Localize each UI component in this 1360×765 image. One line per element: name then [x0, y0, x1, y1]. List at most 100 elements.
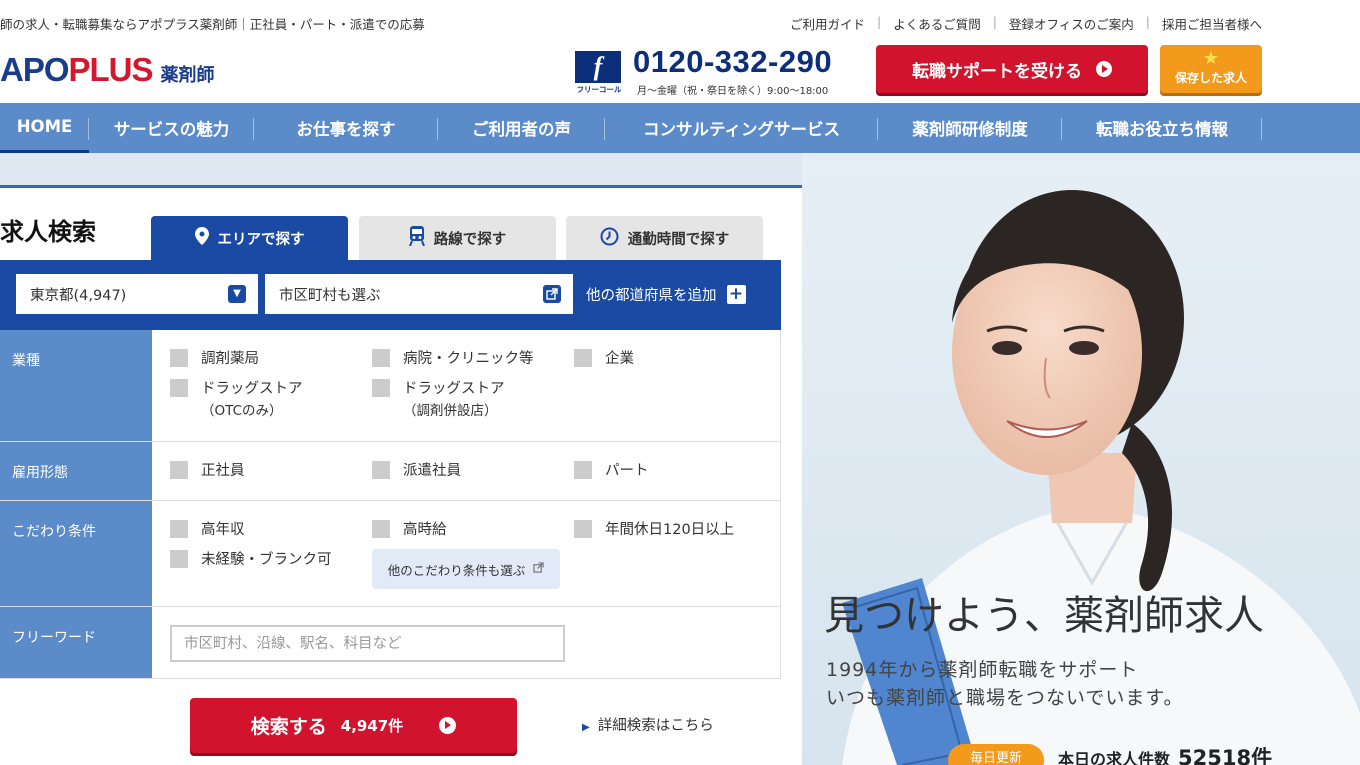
- checkbox-label: パート: [605, 463, 649, 479]
- checkbox-box: [170, 461, 188, 479]
- top-link-offices[interactable]: 登録オフィスのご案内: [1009, 14, 1134, 33]
- top-links: ご利用ガイド | よくあるご質問 | 登録オフィスのご案内 | 採用ご担当者様へ: [790, 14, 1262, 33]
- search-result-count: 4,947件: [340, 717, 404, 735]
- arrow-circle-icon: [1096, 61, 1112, 77]
- hero-banner: 見つけよう、薬剤師求人 1994年から薬剤師転職をサポート いつも薬剤師と職場を…: [802, 153, 1360, 765]
- top-link-recruiters[interactable]: 採用ご担当者様へ: [1162, 14, 1262, 33]
- checkbox-dispensing-pharmacy[interactable]: 調剤薬局: [170, 348, 259, 370]
- row-label: フリーワード: [0, 607, 152, 678]
- checkbox-full-time[interactable]: 正社員: [170, 460, 245, 482]
- main-nav: HOME サービスの魅力 お仕事を探す ご利用者の声 コンサルティングサービス …: [0, 103, 1360, 153]
- nav-item-service[interactable]: サービスの魅力: [89, 103, 254, 153]
- freecall-caption: フリーコール: [576, 85, 622, 94]
- criteria-row-industry: 業種 調剤薬局 病院・クリニック等 企業 ドラッグストア （OTCのみ） ドラッグ…: [0, 330, 781, 442]
- arrow-circle-icon: [439, 717, 457, 734]
- freeword-input[interactable]: [170, 625, 565, 662]
- map-pin-icon: [194, 227, 209, 249]
- checkbox-box: [372, 461, 390, 479]
- top-link-guide[interactable]: ご利用ガイド: [790, 14, 865, 33]
- checkbox-120-holidays[interactable]: 年間休日120日以上: [574, 519, 734, 541]
- today-job-count: 本日の求人件数 52518件: [1058, 742, 1272, 765]
- checkbox-box: [170, 379, 188, 397]
- checkbox-inexperienced-ok[interactable]: 未経験・ブランク可: [170, 549, 332, 571]
- checkbox-dispatch[interactable]: 派遣社員: [372, 460, 461, 482]
- tab-area-search[interactable]: エリアで探す: [151, 216, 348, 260]
- checkbox-drugstore-otc[interactable]: ドラッグストア （OTCのみ）: [170, 378, 303, 422]
- phone-number[interactable]: 0120-332-290: [633, 44, 832, 80]
- checkbox-box: [372, 349, 390, 367]
- divider: |: [992, 14, 997, 29]
- nav-item-home[interactable]: HOME: [0, 103, 89, 153]
- checkbox-hospital[interactable]: 病院・クリニック等: [372, 348, 534, 370]
- add-prefecture-link[interactable]: 他の都道府県を追加 +: [586, 284, 746, 305]
- checkbox-box: [170, 550, 188, 568]
- checkbox-box: [170, 349, 188, 367]
- checkbox-label: 調剤薬局: [201, 351, 259, 367]
- chevron-down-icon: ▼: [228, 285, 246, 303]
- checkbox-label: ドラッグストア （調剤併設店）: [403, 378, 505, 422]
- hero-subcopy-line: いつも薬剤師と職場をつないでいます。: [826, 687, 1184, 709]
- prefecture-value: 東京都(4,947): [30, 287, 127, 304]
- advanced-search-link[interactable]: ▶ 詳細検索はこちら: [582, 714, 714, 735]
- top-link-faq[interactable]: よくあるご質問: [893, 14, 981, 33]
- checkbox-drugstore-dispensing[interactable]: ドラッグストア （調剤併設店）: [372, 378, 505, 422]
- checkbox-box: [574, 461, 592, 479]
- phone-hours: 月～金曜（祝・祭日を除く）9:00～18:00: [637, 86, 829, 97]
- site-tagline: 師の求人・転職募集ならアポプラス薬剤師｜正社員・パート・派遣での応募: [0, 17, 425, 32]
- job-support-button[interactable]: 転職サポートを受ける: [876, 45, 1148, 93]
- checkbox-label: 年間休日120日以上: [605, 522, 735, 538]
- city-select[interactable]: 市区町村も選ぶ: [265, 274, 573, 314]
- freecall-icon: f フリーコール: [575, 51, 623, 94]
- search-criteria-table: 業種 調剤薬局 病院・クリニック等 企業 ドラッグストア （OTCのみ） ドラッグ…: [0, 330, 781, 679]
- tab-label: 通勤時間で探す: [627, 231, 730, 248]
- nav-item-find-jobs[interactable]: お仕事を探す: [254, 103, 438, 153]
- star-icon: ★: [1202, 48, 1220, 69]
- saved-jobs-label: 保存した求人: [1174, 71, 1247, 85]
- hero-subcopy: 1994年から薬剤師転職をサポート いつも薬剤師と職場をつないでいます。: [826, 656, 1184, 712]
- clock-icon: [600, 227, 619, 250]
- logo-subtitle: 薬剤師: [160, 65, 215, 86]
- checkbox-label-main: ドラッグストア: [403, 381, 505, 397]
- nav-item-career-tips[interactable]: 転職お役立ち情報: [1062, 103, 1262, 153]
- checkbox-label: 高年収: [201, 522, 245, 538]
- checkbox-part-time[interactable]: パート: [574, 460, 649, 482]
- train-icon: [408, 226, 425, 250]
- nav-label: ご利用者の声: [472, 120, 571, 139]
- checkbox-label-note: （調剤併設店）: [403, 403, 498, 419]
- nav-label: 転職お役立ち情報: [1096, 120, 1228, 139]
- site-logo[interactable]: APOPLUS 薬剤師: [0, 51, 215, 88]
- search-submit-button[interactable]: 検索する 4,947件: [190, 698, 517, 753]
- checkbox-label: 派遣社員: [403, 463, 461, 479]
- tab-line-search[interactable]: 路線で探す: [359, 216, 556, 260]
- divider: |: [1145, 14, 1150, 29]
- checkbox-label: 未経験・ブランク可: [201, 552, 332, 568]
- prefecture-select[interactable]: 東京都(4,947) ▼: [16, 274, 258, 314]
- search-title: 求人検索: [0, 218, 96, 246]
- checkbox-high-salary[interactable]: 高年収: [170, 519, 245, 541]
- saved-jobs-button[interactable]: ★ 保存した求人: [1160, 45, 1262, 93]
- logo-suffix: PLUS: [68, 51, 154, 88]
- checkbox-company[interactable]: 企業: [574, 348, 634, 370]
- more-conditions-button[interactable]: 他のこだわり条件も選ぶ: [372, 549, 560, 589]
- tab-label: 路線で探す: [433, 231, 507, 248]
- checkbox-box: [372, 520, 390, 538]
- nav-item-consulting[interactable]: コンサルティングサービス: [605, 103, 878, 153]
- nav-item-testimonials[interactable]: ご利用者の声: [438, 103, 605, 153]
- checkbox-box: [574, 520, 592, 538]
- checkbox-label: 病院・クリニック等: [403, 351, 534, 367]
- job-count-label: 本日の求人件数: [1058, 750, 1171, 765]
- top-bar: 師の求人・転職募集ならアポプラス薬剤師｜正社員・パート・派遣での応募 ご利用ガイ…: [0, 0, 1360, 44]
- checkbox-high-hourly[interactable]: 高時給: [372, 519, 447, 541]
- hero-headline: 見つけよう、薬剤師求人: [824, 593, 1264, 639]
- plus-icon: +: [726, 285, 746, 304]
- nav-item-training[interactable]: 薬剤師研修制度: [878, 103, 1062, 153]
- row-body: 正社員 派遣社員 パート: [152, 442, 780, 500]
- checkbox-label: 高時給: [403, 522, 447, 538]
- city-value: 市区町村も選ぶ: [279, 287, 381, 304]
- checkbox-box: [372, 379, 390, 397]
- checkbox-label: ドラッグストア （OTCのみ）: [201, 378, 303, 422]
- tab-commute-search[interactable]: 通勤時間で探す: [566, 216, 763, 260]
- checkbox-label-main: ドラッグストア: [201, 381, 303, 397]
- checkbox-label: 正社員: [201, 463, 245, 479]
- advanced-search-label: 詳細検索はこちら: [597, 718, 714, 734]
